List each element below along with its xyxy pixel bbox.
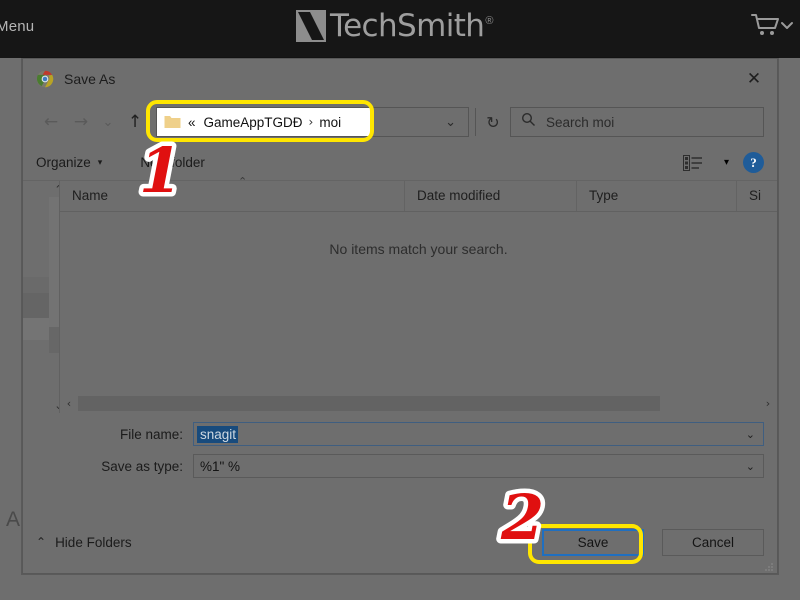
breadcrumb-overflow[interactable]: «	[188, 115, 196, 130]
address-bar[interactable]: « › GameAppTGDĐ › moi ⌄	[156, 107, 469, 137]
navigation-pane[interactable]	[23, 181, 75, 413]
dialog-titlebar[interactable]: Save As ✕	[23, 59, 777, 99]
cart-chevron-down-icon	[781, 22, 793, 29]
hide-folders-button[interactable]: ⌃ Hide Folders	[36, 535, 132, 550]
scroll-right-icon[interactable]: ›	[759, 394, 777, 413]
organize-label: Organize	[36, 155, 91, 170]
column-header-date-modified[interactable]: Date modified	[405, 181, 577, 211]
new-folder-button[interactable]: New folder	[140, 155, 205, 170]
hscroll-thumb[interactable]	[78, 396, 660, 411]
address-bar-wrapper: « › GameAppTGDĐ › moi ⌄	[156, 107, 469, 137]
sort-ascending-icon: ⌃	[238, 175, 248, 188]
view-chevron-down-icon[interactable]: ▾	[724, 157, 729, 168]
save-as-type-value: %1" %	[200, 458, 241, 474]
folder-icon	[164, 115, 181, 129]
save-as-type-select[interactable]: %1" % ⌄	[193, 454, 764, 478]
search-placeholder: Search moi	[546, 114, 615, 130]
file-name-row: File name: snagit ⌄	[23, 422, 777, 446]
save-as-type-label: Save as type:	[101, 458, 183, 474]
breadcrumb-separator-1[interactable]: ›	[309, 115, 314, 129]
site-header: Menu TechSmith ®	[0, 0, 800, 58]
address-dropdown-icon[interactable]: ⌄	[445, 115, 456, 130]
chrome-icon	[36, 70, 54, 88]
file-list-horizontal-scrollbar[interactable]: ‹ ›	[60, 394, 777, 413]
search-input[interactable]: Search moi	[510, 107, 764, 137]
column-header-name[interactable]: Name	[60, 181, 405, 211]
dialog-footer: ⌃ Hide Folders Save Cancel	[23, 511, 777, 573]
breadcrumb-segment-1[interactable]: moi	[319, 115, 341, 130]
save-as-type-row: Save as type: %1" % ⌄	[23, 454, 777, 478]
techsmith-logo: TechSmith ®	[296, 8, 494, 44]
resize-grip[interactable]	[764, 560, 774, 571]
forward-button[interactable]: →	[66, 107, 96, 137]
address-row: ← → ⌄ ↑ « › GameAppTGDĐ	[23, 99, 777, 145]
column-header-size[interactable]: Si	[737, 181, 777, 211]
file-name-label: File name:	[119, 426, 183, 442]
file-name-dropdown-icon[interactable]: ⌄	[746, 428, 755, 441]
registered-mark: ®	[485, 15, 494, 27]
help-button[interactable]: ?	[743, 152, 764, 173]
hide-folders-label: Hide Folders	[55, 534, 132, 550]
footer-buttons: Save Cancel	[542, 528, 764, 556]
save-as-type-dropdown-icon[interactable]: ⌄	[746, 460, 755, 473]
file-name-input[interactable]: snagit ⌄	[193, 422, 764, 446]
recent-locations-button[interactable]: ⌄	[96, 107, 120, 137]
save-as-dialog: Save As ✕ ← → ⌄ ↑ « GameAppTGDĐ › moi ⌄ …	[22, 58, 778, 574]
list-view-icon[interactable]	[682, 154, 703, 171]
file-name-value[interactable]: snagit	[197, 425, 239, 443]
column-headers: Name Date modified Type Si ⌃	[60, 175, 777, 212]
hscroll-track[interactable]	[78, 394, 759, 413]
site-menu-label[interactable]: Menu	[0, 18, 34, 35]
techsmith-logo-text: TechSmith	[330, 8, 485, 44]
save-button[interactable]: Save	[542, 528, 644, 556]
dialog-toolbar: Organize ▾ New folder ▾ ?	[23, 145, 777, 181]
chevron-down-icon: ▾	[97, 157, 103, 168]
background-stray-text: A	[6, 508, 21, 531]
organize-button[interactable]: Organize ▾	[36, 155, 102, 170]
breadcrumb-segment-0[interactable]: GameAppTGDĐ	[204, 115, 303, 130]
breadcrumb[interactable]: « › GameAppTGDĐ › moi	[157, 108, 372, 136]
search-icon	[521, 112, 536, 132]
dialog-main: ⌃ ⌄ Name Date modified Type Si ⌃ No item…	[23, 175, 777, 413]
navigation-pane-scrollbar[interactable]: ⌃ ⌄	[49, 181, 69, 413]
column-header-type[interactable]: Type	[577, 181, 737, 211]
chevron-up-icon: ⌃	[36, 535, 47, 549]
shopping-cart-icon[interactable]	[750, 12, 794, 38]
techsmith-logo-mark-icon	[296, 10, 326, 42]
file-list-pane[interactable]: Name Date modified Type Si ⌃ No items ma…	[59, 175, 777, 413]
empty-results-message: No items match your search.	[329, 241, 508, 257]
screen-root: Menu TechSmith ® A Save As ✕ ← → ⌄ ↑ « G…	[0, 0, 800, 600]
close-icon[interactable]: ✕	[731, 59, 777, 99]
dialog-title: Save As	[64, 71, 116, 87]
back-button[interactable]: ←	[36, 107, 66, 137]
cancel-button[interactable]: Cancel	[662, 528, 764, 556]
refresh-icon[interactable]: ↻	[476, 108, 510, 136]
scroll-left-icon[interactable]: ‹	[60, 394, 78, 413]
toolbar-right-group: ▾ ?	[682, 152, 764, 173]
form-area: File name: snagit ⌄ Save as type: %1" % …	[23, 413, 777, 478]
up-button[interactable]: ↑	[120, 107, 150, 137]
